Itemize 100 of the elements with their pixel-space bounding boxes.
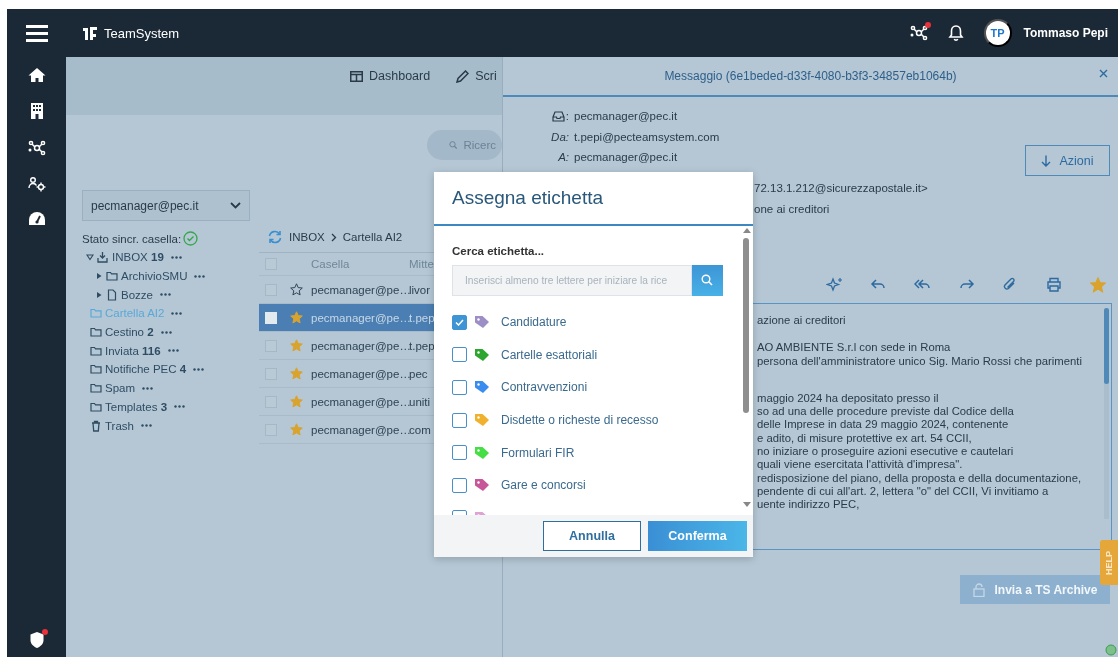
star-icon[interactable] (289, 367, 303, 380)
star-outline-icon[interactable] (289, 283, 303, 296)
body-text-line: pendente di cui all'art. 2, lettera "o" del CCII, Vi invitiamo a (757, 484, 1050, 499)
column-header: Mitte (409, 258, 434, 270)
scroll-down-arrow[interactable] (743, 502, 751, 507)
folder-item[interactable]: Templates 3 (82, 397, 250, 417)
search-button[interactable] (692, 265, 723, 296)
star-icon[interactable] (289, 395, 303, 408)
folder-item[interactable]: Notifiche PEC 4 (82, 360, 250, 379)
checkbox[interactable] (452, 445, 467, 461)
sparkle-icon[interactable] (826, 277, 843, 292)
checkbox[interactable] (452, 477, 467, 493)
field-label: : (565, 110, 569, 123)
account-dropdown[interactable]: pecmanager@pec.it (82, 190, 250, 221)
menu-icon[interactable] (25, 24, 48, 42)
field-value: 72.13.1.212@sicurezzapostale.it> (754, 180, 929, 196)
brand-name: TeamSystem (104, 25, 180, 41)
printer-icon[interactable] (1046, 277, 1063, 292)
lock-icon (972, 582, 985, 597)
field-value: one ai creditori (754, 201, 831, 217)
checkbox[interactable] (452, 347, 467, 363)
more-icon[interactable] (174, 405, 186, 409)
table-cell: livor (409, 283, 431, 296)
user-avatar[interactable]: TP (983, 19, 1012, 47)
star-icon[interactable] (289, 423, 303, 436)
building-icon[interactable] (29, 102, 44, 120)
actions-button[interactable]: Azioni (1025, 145, 1110, 176)
checkbox[interactable] (452, 412, 467, 428)
star-icon[interactable] (289, 339, 303, 352)
label-name: Disdette o richeste di recesso (501, 413, 659, 428)
checkbox[interactable] (452, 380, 467, 395)
field-value: pecmanager@pec.it (574, 151, 678, 164)
refresh-icon[interactable] (267, 230, 283, 244)
nav-link[interactable]: Scri (456, 69, 497, 83)
field-label: Da: (550, 130, 570, 143)
table-cell-text: pecmanager@pe… (310, 339, 409, 352)
breadcrumb-item[interactable]: INBOX (289, 231, 325, 243)
table-cell: pec (409, 367, 428, 380)
star-icon[interactable] (289, 311, 303, 324)
star-icon[interactable] (1090, 277, 1106, 293)
scroll-up-arrow[interactable] (743, 228, 751, 233)
expand-down-icon[interactable] (86, 253, 94, 262)
confirm-button[interactable]: Conferma (648, 521, 747, 551)
checkbox[interactable] (452, 314, 467, 330)
cancel-button[interactable]: Annulla (543, 521, 641, 551)
search-field[interactable]: Inserisci almeno tre lettere per iniziare la rice (452, 265, 692, 296)
expand-right-icon[interactable] (95, 290, 103, 299)
table-cell-text: pecmanager@pe… (310, 311, 409, 324)
more-icon[interactable] (170, 255, 182, 259)
network-icon[interactable] (909, 24, 928, 42)
more-icon[interactable] (141, 424, 152, 428)
shield-icon[interactable] (28, 631, 45, 649)
more-icon[interactable] (193, 367, 205, 371)
folder-icon (90, 363, 102, 376)
body-text-line: delle Imprese in data 29 maggio 2024, contenente (757, 418, 1010, 432)
more-icon[interactable] (171, 311, 183, 315)
archive-button: Invia a TS Archive (960, 575, 1110, 604)
chevron-right-icon (330, 232, 337, 242)
breadcrumb-item[interactable]: Cartella AI2 (342, 231, 403, 243)
body-text-line: redisposizione del piano, della proposta e della documentazione, (757, 471, 1083, 485)
more-icon[interactable] (194, 274, 206, 278)
body-text-line: quali viene esercitata l'attività d'impresa". (757, 458, 964, 472)
scrollbar[interactable] (1104, 308, 1109, 519)
more-icon[interactable] (167, 349, 179, 353)
label-name: Contravvenzioni (501, 380, 588, 395)
more-icon[interactable] (159, 293, 171, 297)
body-text-line: uente indirizzo PEC, (757, 498, 861, 512)
dialog-title: Assegna etichetta (452, 187, 604, 209)
close-icon[interactable] (1099, 69, 1108, 78)
folder-item[interactable]: Cestino 2 (82, 322, 250, 342)
gauge-icon[interactable] (27, 211, 46, 227)
chevron-down-icon (230, 202, 241, 209)
search-icon (449, 139, 458, 151)
nav-link[interactable]: Dashboard (350, 69, 431, 83)
network-icon[interactable] (27, 139, 46, 157)
more-icon[interactable] (142, 386, 154, 390)
folder-item[interactable]: INBOX 19 (82, 248, 250, 267)
scrollbar-thumb[interactable] (1104, 308, 1109, 384)
home-icon[interactable] (27, 67, 46, 83)
folder-icon (106, 270, 118, 283)
bell-icon[interactable] (947, 24, 964, 42)
table-cell-text: pecmanager@pe… (310, 395, 409, 408)
folder-item[interactable]: ArchivioSMU (82, 266, 250, 286)
folder-item[interactable]: Spam (82, 378, 250, 398)
pencil-icon (456, 69, 470, 83)
label-name: Formulari FIR (501, 445, 575, 460)
body-text-line: maggio 2024 ha depositato presso il (757, 391, 940, 406)
more-icon[interactable] (160, 330, 172, 334)
table-cell: t.pep (409, 339, 435, 352)
expand-right-icon[interactable] (95, 272, 103, 281)
table-cell: uniti (409, 395, 431, 408)
folder-item[interactable]: Bozze (82, 285, 250, 305)
table-cell: com (409, 423, 431, 436)
folder-item[interactable]: Trash (82, 416, 250, 435)
folder-icon (90, 307, 102, 320)
scrollbar-thumb[interactable] (743, 238, 749, 413)
folder-item[interactable]: Inviata 116 (82, 341, 250, 361)
body-text-line: AO AMBIENTE S.r.l con sede in Roma (757, 341, 952, 355)
scrollbar[interactable] (742, 228, 750, 507)
users-gear-icon[interactable] (27, 176, 46, 192)
